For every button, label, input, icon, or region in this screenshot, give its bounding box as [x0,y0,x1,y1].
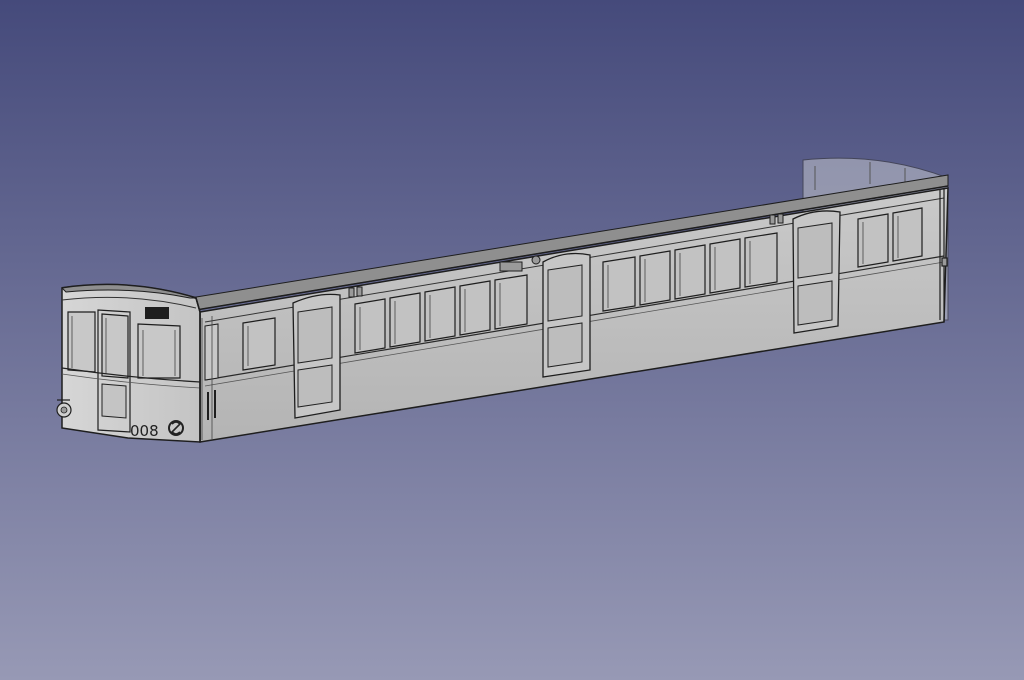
car-number-text: 008 [130,422,159,440]
railcar-body-model[interactable]: 008 [0,0,1024,680]
3d-viewport[interactable]: 008 [0,0,1024,680]
front-cab [56,283,219,443]
